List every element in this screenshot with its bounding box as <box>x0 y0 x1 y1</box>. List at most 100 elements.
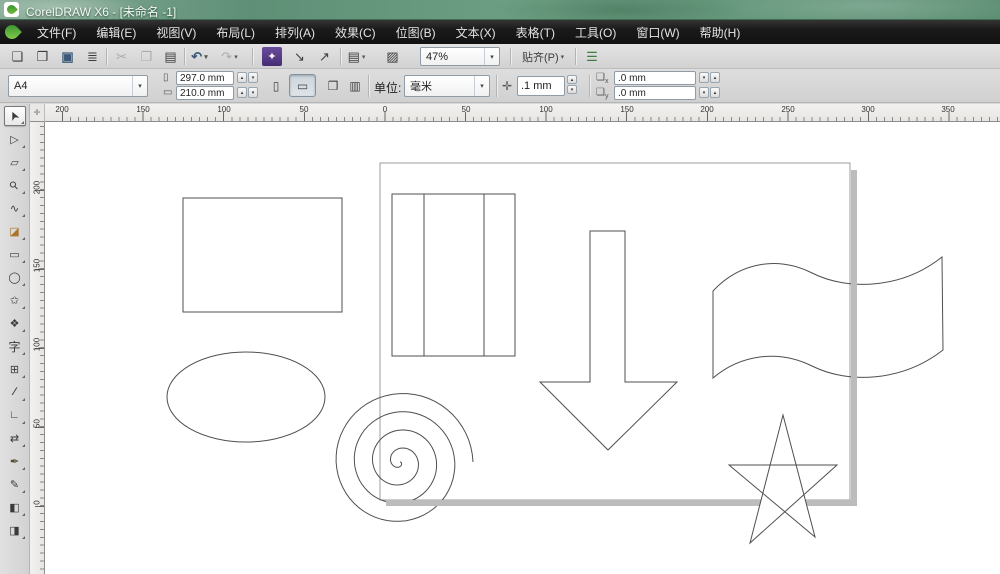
toolbar-separator <box>340 48 341 65</box>
hruler-label: 350 <box>941 105 954 114</box>
fill-tool[interactable]: ◧ <box>4 497 26 517</box>
menu-table[interactable]: 表格(T) <box>506 20 565 45</box>
paper-size-combo[interactable]: A4 ▾ <box>8 75 148 97</box>
menu-text[interactable]: 文本(X) <box>446 20 506 45</box>
corel-connect-button[interactable]: ✦ <box>262 47 282 66</box>
redo-dropdown-icon[interactable]: ▾ <box>234 53 238 61</box>
page-shadow-right <box>851 170 857 506</box>
menu-window[interactable]: 窗口(W) <box>626 20 689 45</box>
print-button[interactable]: ≣ <box>83 47 102 66</box>
freehand-tool[interactable]: ∿ <box>4 198 26 218</box>
all-pages-button[interactable]: ❐ <box>322 74 344 97</box>
vruler-label: 0 <box>33 496 42 510</box>
menu-view[interactable]: 视图(V) <box>146 20 206 45</box>
nudge-offset-field[interactable] <box>517 76 565 96</box>
toolbar-separator <box>252 48 253 65</box>
connector-tool[interactable]: ∟ <box>4 405 26 425</box>
page-height-field[interactable] <box>176 86 234 100</box>
cut-button[interactable]: ✂ <box>112 47 131 66</box>
propbar-separator <box>368 75 369 97</box>
vertical-ruler[interactable]: 200 150 100 50 0 <box>30 122 45 574</box>
snap-to-button[interactable]: 贴齐(P)▾ <box>518 47 568 66</box>
basic-shapes-tool[interactable]: ❖ <box>4 313 26 333</box>
ellipse-shape[interactable] <box>167 352 325 442</box>
landscape-button[interactable]: ▭ <box>289 74 316 97</box>
window-title: CorelDRAW X6 - [未命名 -1] <box>26 3 176 20</box>
duplicate-x-icon: ❏x <box>596 72 608 85</box>
polygon-tool[interactable]: ✩ <box>4 290 26 310</box>
coreldraw-window: CorelDRAW X6 - [未命名 -1] 文件(F) 编辑(E) 视图(V… <box>0 0 1000 574</box>
portrait-button[interactable]: ▯ <box>265 74 287 97</box>
text-tool[interactable]: 字 <box>4 336 26 356</box>
toolbox: ➤ ▷ ▱ ⚲ ∿ ◪ ▭ ◯ ✩ ❖ 字 ⊞ ∕ ∟ ⇄ ✒ ✎ ◧ ◨ <box>0 104 30 574</box>
eyedropper-tool[interactable]: ✒ <box>4 451 26 471</box>
vruler-label: 100 <box>33 338 42 352</box>
menu-arrange[interactable]: 排列(A) <box>265 20 325 45</box>
blend-tool[interactable]: ⇄ <box>4 428 26 448</box>
menu-bar: 文件(F) 编辑(E) 视图(V) 布局(L) 排列(A) 效果(C) 位图(B… <box>0 20 1000 44</box>
undo-button[interactable]: ↶▾ <box>190 47 209 66</box>
vruler-label: 150 <box>33 259 42 273</box>
menu-file[interactable]: 文件(F) <box>27 20 86 45</box>
horizontal-ruler[interactable]: 200 150 100 50 0 50 100 150 200 250 300 … <box>45 104 1000 122</box>
duplicate-x-spinner[interactable]: ▾▴ <box>699 72 720 83</box>
menu-effects[interactable]: 效果(C) <box>325 20 386 45</box>
title-bar[interactable]: CorelDRAW X6 - [未命名 -1] <box>0 0 1000 20</box>
nudge-spinner[interactable]: ▴▾ <box>567 75 577 94</box>
shape-tool[interactable]: ▷ <box>4 129 26 149</box>
import-button[interactable]: ↘ <box>290 47 309 66</box>
welcome-screen-button[interactable]: ▨ <box>383 47 402 66</box>
table-tool[interactable]: ⊞ <box>4 359 26 379</box>
duplicate-x-field[interactable] <box>614 71 696 85</box>
smart-fill-tool[interactable]: ◪ <box>4 221 26 241</box>
paste-button[interactable]: ▤ <box>161 47 180 66</box>
pick-tool[interactable]: ➤ <box>4 106 26 126</box>
current-page-button[interactable]: ▥ <box>344 74 366 97</box>
hruler-label: 150 <box>620 105 633 114</box>
dimension-tool[interactable]: ∕ <box>4 382 26 402</box>
vruler-label: 50 <box>33 417 42 431</box>
export-button[interactable]: ↗ <box>315 47 334 66</box>
page-height-spinner[interactable]: ▴▾ <box>237 87 258 98</box>
new-document-button[interactable]: ❏ <box>8 47 27 66</box>
application-launcher-button[interactable]: ▤▾ <box>347 47 366 66</box>
zoom-level-combo[interactable]: 47% ▾ <box>420 47 500 66</box>
duplicate-y-field[interactable] <box>614 86 696 100</box>
rectangle-shape[interactable] <box>183 198 342 312</box>
menu-edit[interactable]: 编辑(E) <box>86 20 146 45</box>
crop-tool[interactable]: ▱ <box>4 152 26 172</box>
zoom-tool[interactable]: ⚲ <box>4 175 26 195</box>
menu-layout[interactable]: 布局(L) <box>206 20 265 45</box>
page-width-field[interactable] <box>176 71 234 85</box>
units-dropdown-icon[interactable]: ▾ <box>474 76 489 96</box>
nudge-offset-icon: ✛ <box>502 79 512 93</box>
undo-dropdown-icon[interactable]: ▾ <box>204 53 208 61</box>
menu-bitmaps[interactable]: 位图(B) <box>386 20 446 45</box>
units-value: 毫米 <box>405 78 474 94</box>
paper-size-dropdown-icon[interactable]: ▾ <box>132 76 147 96</box>
copy-button[interactable]: ❐ <box>137 47 156 66</box>
ruler-origin-button[interactable]: ✛ <box>30 104 45 122</box>
interactive-fill-tool[interactable]: ◨ <box>4 520 26 540</box>
hruler-label: 200 <box>55 105 68 114</box>
standard-toolbar: ❏ ❒ ▣ ≣ ✂ ❐ ▤ ↶▾ ↷▾ ✦ ↘ ↗ ▤▾ ▨ 47% ▾ 贴齐(… <box>0 44 1000 69</box>
hruler-label: 50 <box>300 105 309 114</box>
duplicate-y-spinner[interactable]: ▾▴ <box>699 87 720 98</box>
save-button[interactable]: ▣ <box>58 47 77 66</box>
zoom-dropdown-icon[interactable]: ▾ <box>484 48 499 65</box>
ellipse-tool[interactable]: ◯ <box>4 267 26 287</box>
units-combo[interactable]: 毫米 ▾ <box>404 75 490 97</box>
menu-tools[interactable]: 工具(O) <box>565 20 626 45</box>
options-button[interactable]: ☰ <box>582 47 601 66</box>
hruler-label: 100 <box>217 105 230 114</box>
redo-button[interactable]: ↷▾ <box>220 47 239 66</box>
page-width-spinner[interactable]: ▴▾ <box>237 72 258 83</box>
hruler-label: 200 <box>700 105 713 114</box>
graph-paper-shape[interactable] <box>392 194 515 356</box>
rectangle-tool[interactable]: ▭ <box>4 244 26 264</box>
open-button[interactable]: ❒ <box>33 47 52 66</box>
drawing-canvas[interactable] <box>45 122 1000 574</box>
outline-pen-tool[interactable]: ✎ <box>4 474 26 494</box>
toolbar-separator <box>510 48 511 65</box>
menu-help[interactable]: 帮助(H) <box>690 20 751 45</box>
